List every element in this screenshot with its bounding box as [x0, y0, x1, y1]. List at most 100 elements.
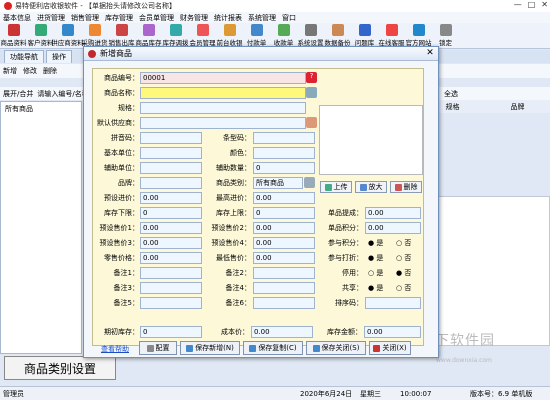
aux-qty-field[interactable]: 0	[253, 162, 315, 174]
toolbar-customers[interactable]: 客户资料	[27, 22, 54, 48]
points-join-no-radio[interactable]: ○ 否	[396, 238, 411, 248]
minimize-button[interactable]: —	[514, 0, 522, 9]
color-field[interactable]	[253, 147, 315, 159]
note3-field[interactable]	[140, 282, 202, 294]
delete-image-button[interactable]: 删除	[390, 181, 422, 193]
disabled-yes-radio[interactable]: ○ 是	[368, 268, 383, 278]
note4-field[interactable]	[253, 282, 315, 294]
toolbar-members[interactable]: 会员管理	[189, 22, 216, 48]
toolbar-sales-out[interactable]: 销售出库	[108, 22, 135, 48]
translate-icon[interactable]	[306, 87, 317, 98]
code-label: 商品编号：	[104, 74, 139, 82]
shared-yes-radio[interactable]: ● 是	[368, 283, 383, 293]
price4-field[interactable]: 0.00	[253, 237, 315, 249]
toolbar-settings[interactable]: 系统设置	[297, 22, 324, 48]
commission-field[interactable]: 0.00	[365, 207, 421, 219]
save-copy-button[interactable]: 保存复制(C)	[243, 341, 303, 355]
tab-operation[interactable]: 操作	[46, 50, 72, 63]
pinyin-field[interactable]	[140, 132, 202, 144]
menu-window[interactable]: 窗口	[279, 13, 299, 23]
note2-field[interactable]	[253, 267, 315, 279]
toolbar-lock[interactable]: 锁定	[432, 22, 459, 48]
toolbar-goods[interactable]: 商品资料	[0, 22, 27, 48]
menu-member[interactable]: 会员单管理	[136, 13, 177, 23]
price2-field[interactable]: 0.00	[253, 222, 315, 234]
menu-purchase[interactable]: 进货管理	[34, 13, 68, 23]
menu-reports[interactable]: 统计报表	[211, 13, 245, 23]
menu-stock[interactable]: 库存管理	[102, 13, 136, 23]
barcode-field[interactable]	[253, 132, 315, 144]
toolbar-website[interactable]: 官方网站	[405, 22, 432, 48]
menu-sales[interactable]: 销售管理	[68, 13, 102, 23]
stock-amount-field[interactable]: 0.00	[364, 326, 421, 338]
close-window-button[interactable]: ✕	[541, 0, 548, 9]
toolbar-stock[interactable]: 商品库存	[135, 22, 162, 48]
code-field[interactable]: 00001	[140, 72, 306, 84]
discount-join-no-radio[interactable]: ○ 否	[396, 253, 411, 263]
toolbar-transfer[interactable]: 库存调拨	[162, 22, 189, 48]
points-field[interactable]: 0.00	[365, 222, 421, 234]
toolbar-payment[interactable]: 付款单	[243, 22, 270, 48]
note5-field[interactable]	[140, 297, 202, 309]
toolbar-suppliers[interactable]: 供应商资料	[51, 22, 84, 48]
upload-image-button[interactable]: 上传	[320, 181, 352, 193]
toolbar-purchase[interactable]: 采购进货	[81, 22, 108, 48]
status-date: 2020年6月24日	[300, 389, 353, 398]
cost-label: 成本价：	[221, 328, 249, 336]
status-weekday: 星期三	[360, 389, 381, 398]
tab-navigation[interactable]: 功能导航	[4, 50, 44, 63]
delete-button[interactable]: 删除	[43, 66, 57, 76]
shared-no-radio[interactable]: ○ 否	[396, 283, 411, 293]
expand-toggle[interactable]: 展开/合并	[3, 89, 33, 99]
supplier-field[interactable]	[140, 117, 306, 129]
discount-join-yes-radio[interactable]: ● 是	[368, 253, 383, 263]
category-field[interactable]: 所有商品	[253, 177, 303, 189]
toolbar-backup[interactable]: 数据备份	[324, 22, 351, 48]
stock-high-field[interactable]: 0	[253, 207, 315, 219]
aux-unit-field[interactable]	[140, 162, 202, 174]
help-link[interactable]: 查看帮助	[101, 344, 129, 354]
price1-field[interactable]: 0.00	[140, 222, 202, 234]
opening-stock-field[interactable]: 0	[140, 326, 202, 338]
people-picker-icon[interactable]	[306, 117, 317, 128]
save-new-button[interactable]: 保存新增(N)	[180, 341, 240, 355]
unit-field[interactable]	[140, 147, 202, 159]
category-picker-icon[interactable]	[304, 177, 315, 188]
select-all-checkbox[interactable]: 全选	[444, 89, 458, 99]
save-close-button[interactable]: 保存关闭(S)	[306, 341, 366, 355]
order-field[interactable]	[365, 297, 421, 309]
price3-field[interactable]: 0.00	[140, 237, 202, 249]
zoom-image-button[interactable]: 放大	[355, 181, 387, 193]
maximize-button[interactable]: □	[528, 0, 536, 9]
cost-field[interactable]: 0.00	[251, 326, 313, 338]
points-join-yes-radio[interactable]: ● 是	[368, 238, 383, 248]
column-brand[interactable]: 品牌	[485, 102, 550, 112]
goods-image-box[interactable]	[319, 105, 423, 175]
name-field[interactable]	[140, 87, 306, 99]
dialog-close-icon[interactable]: ✕	[424, 48, 436, 59]
toolbar-receipt[interactable]: 收款单	[270, 22, 297, 48]
edit-button[interactable]: 修改	[23, 66, 37, 76]
menu-finance[interactable]: 财务管理	[177, 13, 211, 23]
pre-buy-field[interactable]: 0.00	[140, 192, 202, 204]
close-button[interactable]: 关闭(X)	[369, 341, 411, 355]
disabled-no-radio[interactable]: ● 否	[396, 268, 411, 278]
toolbar-support[interactable]: 在线客服	[378, 22, 405, 48]
toolbar-faq[interactable]: 问题库	[351, 22, 378, 48]
retail-field[interactable]: 0.00	[140, 252, 202, 264]
note6-field[interactable]	[253, 297, 315, 309]
menu-system[interactable]: 系统管理	[245, 13, 279, 23]
add-button[interactable]: 新增	[3, 66, 17, 76]
menu-basic-info[interactable]: 基本信息	[0, 13, 34, 23]
category-settings-button[interactable]: 商品类别设置	[4, 356, 116, 380]
spec-field[interactable]	[140, 102, 306, 114]
max-buy-field[interactable]: 0.00	[253, 192, 315, 204]
min-sale-field[interactable]: 0.00	[253, 252, 315, 264]
stock-low-field[interactable]: 0	[140, 207, 202, 219]
tree-item-all-goods[interactable]: 所有商品	[1, 102, 81, 116]
note1-field[interactable]	[140, 267, 202, 279]
brand-field[interactable]	[140, 177, 202, 189]
config-button[interactable]: 配置	[139, 341, 177, 355]
upload-label: 上传	[333, 183, 348, 191]
toolbar-pos[interactable]: 前台收银	[216, 22, 243, 48]
